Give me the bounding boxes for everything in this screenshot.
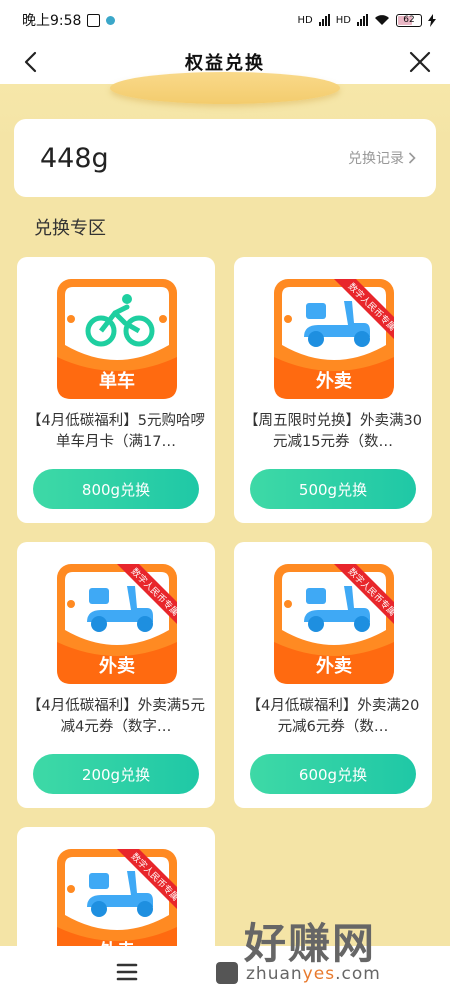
section-title: 兑换专区: [34, 218, 106, 239]
reward-title: 【4月低碳福利】外卖满5元减4元券（数字…: [27, 698, 205, 735]
exchange-button[interactable]: 500g兑换: [250, 469, 416, 509]
hd-label-1: HD: [297, 14, 313, 26]
reward-title: 【周五限时兑换】外卖满30元减15元券（数…: [244, 413, 422, 450]
bike-icon: 单车: [57, 279, 177, 399]
icon-label: 外卖: [316, 370, 352, 392]
reward-card[interactable]: 外卖 数字人民币专属 【周五限时兑换】外卖满30元减15元券（数… 500g兑换: [234, 257, 432, 523]
exchange-record-label: 兑换记录: [348, 151, 404, 167]
header-decoration: [110, 72, 340, 104]
watermark-url: zhuanyes.com: [246, 964, 381, 984]
icon-label: 外卖: [316, 655, 352, 677]
reward-card[interactable]: 外卖 数字人民币专属 【4月低碳福利】外卖满5元减4元券（数字… 200g兑换: [17, 542, 215, 808]
battery-icon: 62: [396, 13, 422, 27]
battery-level: 62: [403, 15, 415, 25]
watermark-title: 好赚网: [244, 919, 377, 968]
exchange-button[interactable]: 800g兑换: [33, 469, 199, 509]
icon-label: 外卖: [99, 655, 135, 677]
charging-icon: [428, 13, 436, 27]
back-arrow-icon[interactable]: [18, 48, 46, 76]
scooter-icon: 外卖 数字人民币专属: [274, 564, 394, 684]
carbon-balance: 448g: [40, 142, 109, 174]
watermark-url-pre: zhuan: [246, 964, 303, 984]
wifi-icon: [375, 15, 389, 25]
status-bar: 晚上9:58 HD HD 62: [0, 0, 450, 40]
status-time: 晚上9:58: [22, 13, 82, 29]
icon-label: 单车: [99, 370, 135, 392]
hd-label-2: HD: [335, 14, 351, 26]
scooter-icon: 外卖 数字人民币专属: [57, 564, 177, 684]
watermark-square-icon: [216, 962, 238, 984]
reward-card[interactable]: 单车 【4月低碳福利】5元购哈啰单车月卡（满17… 800g兑换: [17, 257, 215, 523]
watermark-url-highlight: yes: [302, 964, 336, 984]
app-notification-icon: [87, 13, 101, 27]
balance-card: 448g 兑换记录: [14, 119, 436, 197]
reward-title: 【4月低碳福利】5元购哈啰单车月卡（满17…: [27, 413, 205, 450]
reward-title: 【4月低碳福利】外卖满20元减6元券（数…: [246, 698, 420, 735]
signal-icon: [318, 14, 330, 26]
signal-icon-2: [357, 14, 368, 26]
chevron-right-icon: [408, 152, 416, 164]
exchange-button[interactable]: 600g兑换: [250, 754, 416, 794]
close-icon[interactable]: [406, 48, 434, 76]
reward-card[interactable]: 外卖 数字人民币专属 【4月低碳福利】外卖满20元减6元券（数… 600g兑换: [234, 542, 432, 808]
location-dot-icon: [106, 15, 116, 25]
watermark: 好赚网 zhuanyes.com: [210, 910, 450, 1000]
watermark-url-post: .com: [335, 964, 381, 984]
scooter-icon: 外卖 数字人民币专属: [274, 279, 394, 399]
exchange-button[interactable]: 200g兑换: [33, 754, 199, 794]
menu-icon[interactable]: [116, 962, 138, 982]
exchange-record-link[interactable]: 兑换记录: [348, 148, 416, 168]
